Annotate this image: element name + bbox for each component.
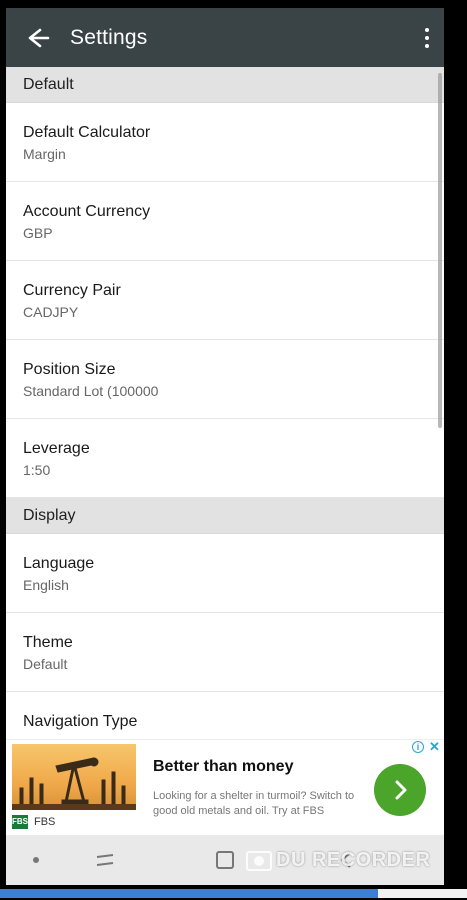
phone-frame: Settings Default Default Calculator Marg…	[0, 0, 467, 900]
ad-close-icon[interactable]: ✕	[429, 739, 440, 755]
setting-value: Standard Lot (100000	[23, 383, 159, 399]
page-title: Settings	[70, 26, 148, 49]
ad-image-oil-pump[interactable]	[12, 744, 136, 810]
home-icon[interactable]	[216, 851, 234, 869]
setting-title: Navigation Type	[23, 713, 138, 730]
ad-advertiser-row: FBS FBS	[12, 814, 136, 830]
setting-value: Default	[23, 656, 68, 672]
setting-value: Margin	[23, 146, 66, 162]
ad-body[interactable]: Looking for a shelter in turmoil? Switch…	[153, 789, 363, 819]
setting-default-calculator[interactable]: Default Calculator Margin	[6, 103, 444, 182]
recorder-label: DU RECORDER	[276, 849, 431, 871]
video-progress-bar[interactable]	[0, 889, 467, 898]
setting-leverage[interactable]: Leverage 1:50	[6, 419, 444, 498]
setting-account-currency[interactable]: Account Currency GBP	[6, 182, 444, 261]
screen-recorder-watermark: DU RECORDER	[246, 849, 430, 872]
scrollbar[interactable]	[438, 73, 442, 428]
setting-title: Language	[23, 555, 95, 572]
ad-advertiser: FBS	[34, 816, 56, 828]
setting-value: GBP	[23, 225, 53, 241]
setting-title: Theme	[23, 634, 73, 651]
ad-cta-button[interactable]	[374, 764, 426, 816]
fbs-logo-icon: FBS	[12, 815, 28, 829]
more-options-icon[interactable]	[422, 26, 432, 50]
video-progress-fill	[0, 889, 379, 898]
setting-position-size[interactable]: Position Size Standard Lot (100000	[6, 340, 444, 419]
recorder-camera-icon	[246, 850, 272, 871]
setting-value: English	[23, 577, 69, 593]
app-toolbar: Settings	[6, 8, 444, 67]
setting-theme[interactable]: Theme Default	[6, 613, 444, 692]
setting-title: Leverage	[23, 440, 90, 457]
app-screen: Settings Default Default Calculator Marg…	[6, 8, 444, 885]
settings-list: Default Default Calculator Margin Accoun…	[6, 67, 444, 752]
system-nav-bar: DU RECORDER	[6, 835, 444, 885]
ad-banner[interactable]: FBS FBS Better than money Looking for a …	[6, 739, 444, 835]
section-header-default: Default	[6, 67, 444, 103]
setting-language[interactable]: Language English	[6, 534, 444, 613]
setting-title: Position Size	[23, 361, 116, 378]
ad-headline[interactable]: Better than money	[153, 758, 293, 776]
section-header-display: Display	[6, 498, 444, 534]
ad-info-icon[interactable]: i	[412, 741, 424, 753]
setting-title: Account Currency	[23, 203, 151, 220]
back-arrow-icon[interactable]	[20, 24, 52, 52]
recent-apps-icon[interactable]	[94, 851, 116, 869]
setting-title: Currency Pair	[23, 282, 121, 299]
setting-title: Default Calculator	[23, 124, 151, 141]
setting-currency-pair[interactable]: Currency Pair CADJPY	[6, 261, 444, 340]
setting-value: CADJPY	[23, 304, 79, 320]
nav-dot-icon[interactable]	[33, 857, 39, 863]
setting-value: 1:50	[23, 462, 51, 478]
